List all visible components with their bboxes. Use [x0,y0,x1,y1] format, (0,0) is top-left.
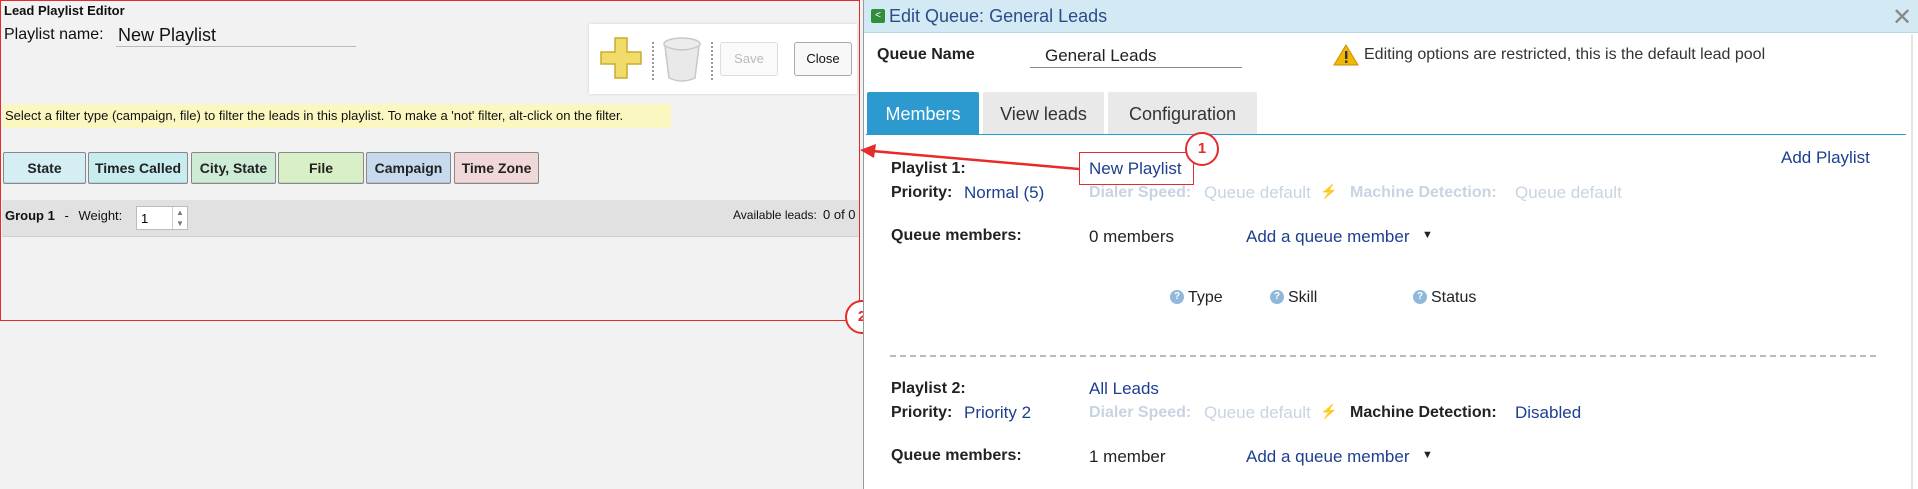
column-status: Status [1431,289,1477,306]
tab-configuration[interactable]: Configuration [1108,92,1257,134]
filter-state[interactable]: State [3,152,86,184]
playlist-1-machine-detection-value: Queue default [1515,183,1622,202]
available-leads-label: Available leads: [733,208,817,222]
weight-stepper-icon[interactable]: ▲ ▼ [172,207,187,229]
filter-city-state[interactable]: City, State [191,152,276,184]
playlist-2-machine-detection-label: Machine Detection: [1350,404,1497,421]
filter-time-zone[interactable]: Time Zone [454,152,539,184]
filter-file[interactable]: File [278,152,364,184]
playlist-1-add-member-dropdown[interactable]: Add a queue member [1246,227,1410,247]
playlist-1-priority-value[interactable]: Normal (5) [964,183,1044,203]
playlist-1-priority-label: Priority: [891,184,953,201]
delete-filter-icon[interactable] [659,34,705,86]
group-name: Group 1 [5,208,55,223]
playlist-2-priority-value[interactable]: Priority 2 [964,403,1031,423]
tab-view-leads[interactable]: View leads [983,92,1104,134]
help-icon[interactable]: ? [1270,290,1284,304]
filter-times-called[interactable]: Times Called [88,152,188,184]
group-label: Group 1 - Weight: [5,208,122,223]
editor-title: Lead Playlist Editor [4,3,125,18]
toolbar-separator [652,42,656,80]
chevron-down-icon[interactable]: ▼ [1422,449,1433,461]
tab-underline [866,134,1906,135]
playlist-2-priority-label: Priority: [891,404,953,421]
filter-hint: Select a filter type (campaign, file) to… [3,104,671,128]
playlist-2-members-value: 1 member [1089,447,1166,466]
help-icon[interactable]: ? [1170,290,1184,304]
group-separator: - [64,208,69,223]
highlight-box-1 [1079,152,1194,185]
toolbar-separator [711,42,715,80]
dialog-title: Edit Queue: General Leads [889,6,1108,26]
marker-1: 1 [1185,132,1219,166]
playlist-1-dialer-speed-label: Dialer Speed: [1089,184,1192,201]
queue-name-label: Queue Name [877,46,975,63]
playlist-2-name-link[interactable]: All Leads [1089,379,1159,399]
playlist-2-dialer-speed-label: Dialer Speed: [1089,404,1192,421]
warning-text: Editing options are restricted, this is … [1364,46,1766,63]
warning-icon [1333,44,1359,66]
add-playlist-link[interactable]: Add Playlist [1781,148,1870,168]
scrollbar[interactable] [1911,34,1913,489]
playlist-2-label: Playlist 2: [891,380,966,397]
lightning-icon: ⚡ [1320,403,1338,419]
playlist-2-machine-detection-value[interactable]: Disabled [1515,403,1581,423]
playlist-2-members-label: Queue members: [891,447,1022,464]
column-type: Type [1188,289,1223,306]
dialog-app-icon: < [871,9,885,23]
filter-campaign[interactable]: Campaign [366,152,451,184]
lightning-icon: ⚡ [1320,183,1338,199]
queue-name-input[interactable] [1030,44,1242,68]
playlist-name-label: Playlist name: [4,26,104,43]
playlist-name-input[interactable] [116,24,356,47]
help-icon[interactable]: ? [1413,290,1427,304]
playlist-1-members-label: Queue members: [891,227,1022,244]
playlist-1-members-value: 0 members [1089,227,1175,246]
save-button[interactable]: Save [720,42,778,76]
playlist-2-dialer-speed-value: Queue default [1204,403,1311,422]
available-leads-count: 0 of 0 [823,207,856,222]
close-icon[interactable]: ✕ [1892,3,1912,32]
weight-label: Weight: [78,208,123,223]
group-bar [2,200,860,237]
playlist-1-dialer-speed-value: Queue default [1204,183,1311,202]
annotation-arrow [860,144,1080,171]
playlist-divider [890,355,1876,357]
chevron-down-icon[interactable]: ▼ [1422,229,1433,241]
add-filter-icon[interactable] [596,34,646,82]
tab-members[interactable]: Members [867,92,979,134]
playlist-2-add-member-dropdown[interactable]: Add a queue member [1246,447,1410,467]
playlist-1-machine-detection-label: Machine Detection: [1350,184,1497,201]
column-skill: Skill [1288,289,1318,306]
close-button[interactable]: Close [794,42,852,76]
